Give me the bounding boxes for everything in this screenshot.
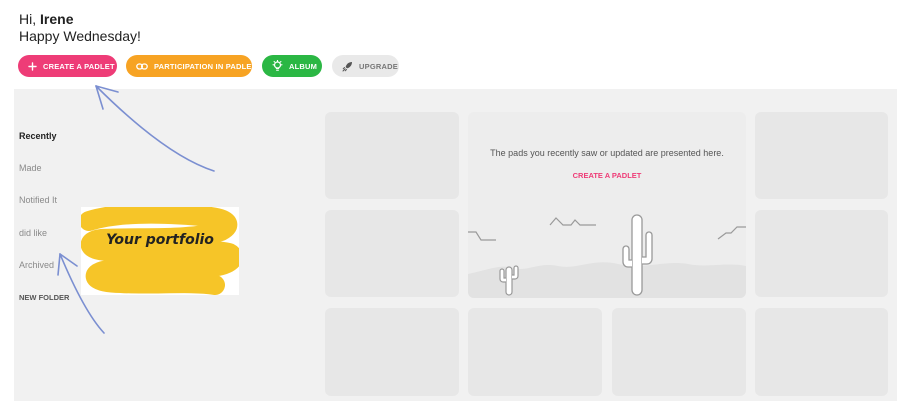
highlight-brush-stroke [81, 207, 239, 295]
participation-label: PARTICIPATION IN PADLET [154, 61, 257, 71]
greeting-day: Happy Wednesday! [19, 28, 141, 44]
user-name: Irene [40, 11, 74, 27]
create-padlet-label: CREATE A PADLET [43, 61, 115, 71]
album-label: ALBUM [289, 61, 318, 71]
greeting-line: Hi, Irene [19, 11, 141, 28]
participation-button[interactable]: PARTICIPATION IN PADLET [126, 55, 256, 77]
padlet-placeholder-tile [612, 308, 746, 396]
album-button[interactable]: ALBUM [262, 55, 322, 77]
greeting: Hi, Irene Happy Wednesday! [19, 11, 141, 45]
empty-state-create-link[interactable]: CREATE A PADLET [468, 171, 746, 180]
desert-illustration [468, 214, 746, 298]
padlet-placeholder-tile [325, 112, 459, 199]
padlet-placeholder-tile [325, 308, 459, 396]
padlet-placeholder-tile [468, 308, 602, 396]
portfolio-annotation-label: Your portfolio [106, 232, 214, 248]
empty-state-message: The pads you recently saw or updated are… [490, 148, 724, 158]
portfolio-annotation: Your portfolio [81, 207, 239, 295]
link-icon [136, 62, 148, 71]
sidebar-item-archived[interactable]: Archived [19, 260, 54, 270]
sidebar-item-liked[interactable]: did like [19, 228, 47, 238]
plus-icon [28, 61, 37, 71]
greeting-hi: Hi, [19, 11, 37, 27]
sidebar-item-recently[interactable]: Recently [19, 131, 57, 141]
new-folder-button[interactable]: NEW FOLDER [19, 293, 69, 302]
sidebar-item-notified[interactable]: Notified It [19, 195, 57, 205]
create-padlet-button[interactable]: CREATE A PADLET [18, 55, 117, 77]
empty-state-card: The pads you recently saw or updated are… [468, 112, 746, 298]
upgrade-label: UPGRADE [359, 61, 398, 71]
padlet-placeholder-tile [325, 210, 459, 297]
upgrade-button[interactable]: UPGRADE [332, 55, 399, 77]
padlet-placeholder-tile [755, 112, 888, 199]
lightbulb-icon [272, 60, 283, 72]
padlet-placeholder-tile [755, 308, 888, 396]
rocket-icon [342, 61, 353, 72]
padlet-placeholder-tile [755, 210, 888, 297]
sidebar-item-made[interactable]: Made [19, 163, 42, 173]
